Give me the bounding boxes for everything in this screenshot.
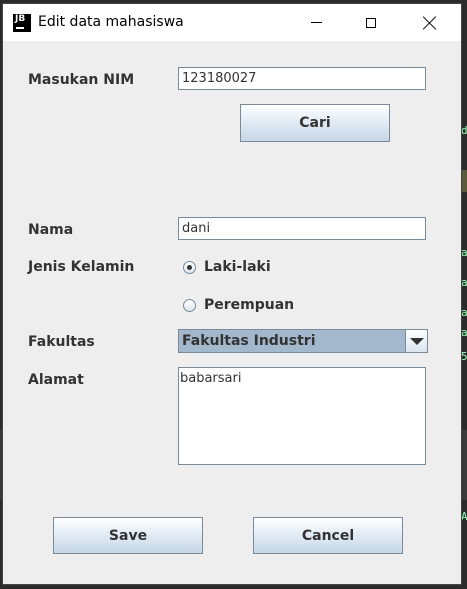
background-code-text: A [461,510,467,523]
gender-label: Jenis Kelamin [28,259,135,275]
alamat-label: Alamat [28,372,84,388]
nama-input[interactable] [178,217,426,240]
background-code-text: a [461,326,467,339]
maximize-button[interactable] [348,4,394,41]
window-title: Edit data mahasiswa [38,14,184,30]
close-button[interactable] [407,4,453,41]
search-button[interactable]: Cari [240,104,390,142]
dropdown-arrow-button[interactable] [405,330,427,352]
search-button-label: Cari [299,115,331,131]
app-icon-text: JB [15,14,26,24]
cancel-button-label: Cancel [301,527,355,544]
fakultas-label: Fakultas [28,334,95,350]
nim-label: Masukan NIM [28,72,135,88]
edit-dialog: JB Edit data mahasiswa Masukan NIM Cari … [3,4,461,584]
chevron-down-icon [409,337,424,345]
fakultas-selected: Fakultas Industri [182,333,316,349]
minimize-button[interactable] [293,4,339,41]
radio-perempuan[interactable] [183,299,196,312]
nim-input[interactable] [178,67,426,90]
save-button[interactable]: Save [53,517,203,554]
save-button-label: Save [108,527,148,544]
fakultas-dropdown[interactable]: Fakultas Industri [178,329,428,353]
background-highlight [460,170,467,192]
radio-laki-laki[interactable] [183,261,196,274]
minimize-icon [310,22,322,23]
nama-label: Nama [28,222,74,238]
background-code-text: 5 [461,350,467,363]
title-bar[interactable]: JB Edit data mahasiswa [3,4,461,41]
background-code-text: a [461,246,467,259]
app-icon: JB [13,14,31,32]
background-code-text: a [461,276,467,289]
alamat-textarea[interactable]: babarsari [178,367,426,465]
radio-laki-laki-label[interactable]: Laki-laki [204,259,271,275]
background-code-text: d [461,124,467,137]
radio-perempuan-label[interactable]: Perempuan [204,297,294,313]
cancel-button[interactable]: Cancel [253,517,403,554]
background-code-text: a [461,306,467,319]
close-icon [423,16,437,30]
maximize-icon [366,17,376,28]
